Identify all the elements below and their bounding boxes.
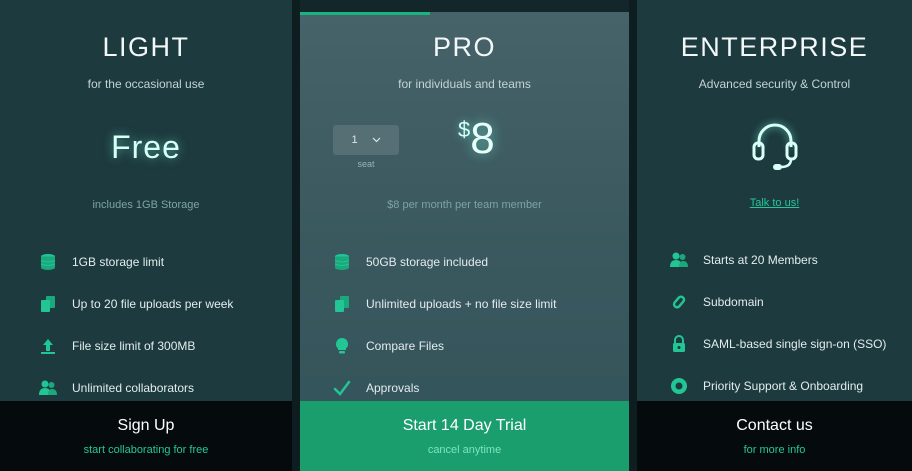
feature-item: Subdomain	[669, 281, 912, 323]
seat-value: 1	[351, 134, 358, 146]
feature-text: 50GB storage included	[366, 255, 489, 269]
feature-text: Unlimited collaborators	[72, 381, 195, 395]
feature-text: Unlimited uploads + no file size limit	[366, 297, 557, 311]
plan-subtitle: for individuals and teams	[398, 77, 531, 91]
feature-item: 50GB storage included	[332, 241, 629, 283]
feature-item: 1GB storage limit	[38, 241, 292, 283]
seat-select[interactable]: 1	[333, 125, 399, 155]
link-icon	[669, 292, 689, 312]
feature-text: SAML-based single sign-on (SSO)	[703, 337, 887, 351]
feature-text: Compare Files	[366, 339, 445, 353]
plan-title: LIGHT	[102, 32, 190, 62]
support-icon	[669, 376, 689, 396]
feature-item: Unlimited uploads + no file size limit	[332, 283, 629, 325]
cta-subtitle: start collaborating for free	[83, 443, 209, 456]
plan-hero: Free	[0, 91, 292, 203]
plan-hero	[637, 91, 912, 203]
feature-text: File size limit of 300MB	[72, 339, 196, 353]
files-icon	[332, 294, 352, 314]
plan-light: LIGHT for the occasional use Free includ…	[0, 0, 292, 471]
feature-list: 50GB storage included Unlimited uploads …	[300, 241, 629, 409]
feature-text: Subdomain	[703, 295, 764, 309]
feature-list: Starts at 20 Members Subdomain SAML-base…	[637, 239, 912, 407]
check-icon	[332, 378, 352, 398]
feature-text: Up to 20 file uploads per week	[72, 297, 234, 311]
files-icon	[38, 294, 58, 314]
highlight-bar	[300, 12, 430, 15]
contact-us-button[interactable]: Contact us for more info	[637, 401, 912, 471]
feature-item: SAML-based single sign-on (SSO)	[669, 323, 912, 365]
plan-hero: 1 seat $ 8	[300, 91, 629, 203]
chevron-down-icon	[372, 134, 381, 146]
database-icon	[38, 252, 58, 272]
plan-pro: PRO for individuals and teams 1 seat $ 8…	[300, 12, 629, 471]
seat-label: seat	[357, 159, 375, 169]
signup-button[interactable]: Sign Up start collaborating for free	[0, 401, 292, 471]
feature-item: File size limit of 300MB	[38, 325, 292, 367]
feature-text: Approvals	[366, 381, 420, 395]
bulb-icon	[332, 336, 352, 356]
column-gap	[292, 0, 300, 471]
cta-title: Sign Up	[117, 416, 175, 434]
feature-item: Up to 20 file uploads per week	[38, 283, 292, 325]
feature-list: 1GB storage limit Up to 20 file uploads …	[0, 241, 292, 409]
price-currency: $	[458, 117, 471, 142]
plan-subtitle: Advanced security & Control	[698, 77, 851, 91]
price: $ 8	[458, 113, 495, 161]
start-trial-button[interactable]: Start 14 Day Trial cancel anytime	[300, 401, 629, 471]
lock-icon	[669, 334, 689, 354]
pricing-page: LIGHT for the occasional use Free includ…	[0, 0, 912, 471]
upload-icon	[38, 336, 58, 356]
feature-item: Starts at 20 Members	[669, 239, 912, 281]
feature-text: Starts at 20 Members	[703, 253, 818, 267]
cta-title: Start 14 Day Trial	[402, 416, 527, 434]
feature-text: Priority Support & Onboarding	[703, 379, 864, 393]
price-amount: 8	[470, 114, 495, 163]
users-icon	[669, 250, 689, 270]
database-icon	[332, 252, 352, 272]
headset-icon	[745, 115, 805, 180]
cta-title: Contact us	[736, 416, 813, 434]
users-icon	[38, 378, 58, 398]
plan-subtitle: for the occasional use	[87, 77, 205, 91]
plan-title: PRO	[432, 32, 496, 62]
column-gap	[629, 0, 637, 471]
feature-item: Compare Files	[332, 325, 629, 367]
cta-subtitle: for more info	[743, 443, 806, 456]
plan-title: ENTERPRISE	[680, 32, 869, 62]
cta-subtitle: cancel anytime	[427, 443, 502, 456]
plan-enterprise: ENTERPRISE Advanced security & Control T…	[637, 0, 912, 471]
price-free: Free	[111, 128, 181, 165]
feature-text: 1GB storage limit	[72, 255, 165, 269]
